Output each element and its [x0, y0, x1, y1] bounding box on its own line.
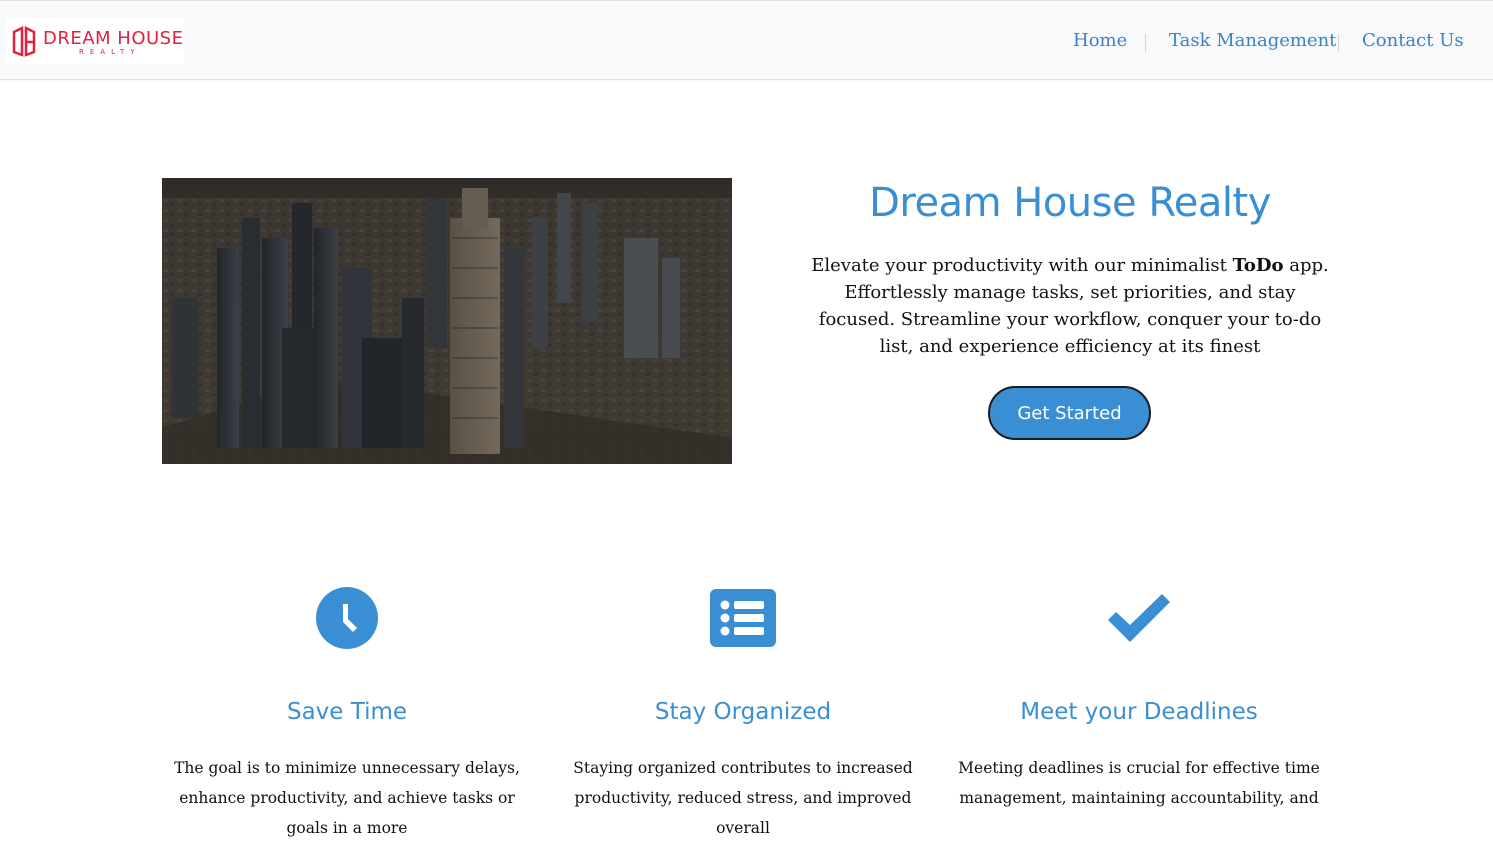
city-skyline-image — [162, 178, 732, 464]
top-navbar: DREAM HOUSE REALTY Home Task Management … — [0, 0, 1493, 80]
feature-text: Staying organized contributes to increas… — [573, 759, 913, 837]
feature-meet-deadlines: Meet your Deadlines Meeting deadlines is… — [949, 580, 1329, 813]
hero-city-image — [162, 178, 732, 464]
feature-title: Stay Organized — [654, 699, 832, 725]
feature-title: Meet your Deadlines — [1020, 699, 1258, 725]
hero-text-part: Elevate your productivity with our minim… — [811, 255, 1233, 276]
hero-text-bold: ToDo — [1232, 255, 1284, 276]
nav-home[interactable]: Home — [1073, 30, 1127, 51]
get-started-button[interactable]: Get Started — [988, 386, 1151, 440]
feature-text: The goal is to minimize unnecessary dela… — [174, 759, 520, 837]
hero-description: Elevate your productivity with our minim… — [805, 252, 1335, 360]
nav-task-management[interactable]: Task Management — [1169, 30, 1336, 51]
hero-title: Dream House Realty — [869, 180, 1271, 226]
nav-divider — [1338, 34, 1339, 52]
feature-title: Save Time — [286, 699, 408, 725]
nav-contact-us[interactable]: Contact Us — [1362, 30, 1464, 51]
brand-subtitle: REALTY — [79, 48, 141, 56]
nav-divider — [1145, 34, 1146, 52]
dh-monogram-icon — [12, 25, 36, 57]
feature-save-time: Save Time The goal is to minimize unnece… — [157, 580, 537, 843]
feature-text: Meeting deadlines is crucial for effecti… — [958, 759, 1320, 807]
brand-name: DREAM HOUSE — [43, 28, 184, 49]
feature-stay-organized: Stay Organized Staying organized contrib… — [553, 580, 933, 843]
clock-icon — [316, 586, 378, 649]
brand-logo[interactable]: DREAM HOUSE REALTY — [5, 18, 184, 64]
checkmark-icon — [1108, 593, 1170, 642]
list-icon — [710, 588, 776, 647]
